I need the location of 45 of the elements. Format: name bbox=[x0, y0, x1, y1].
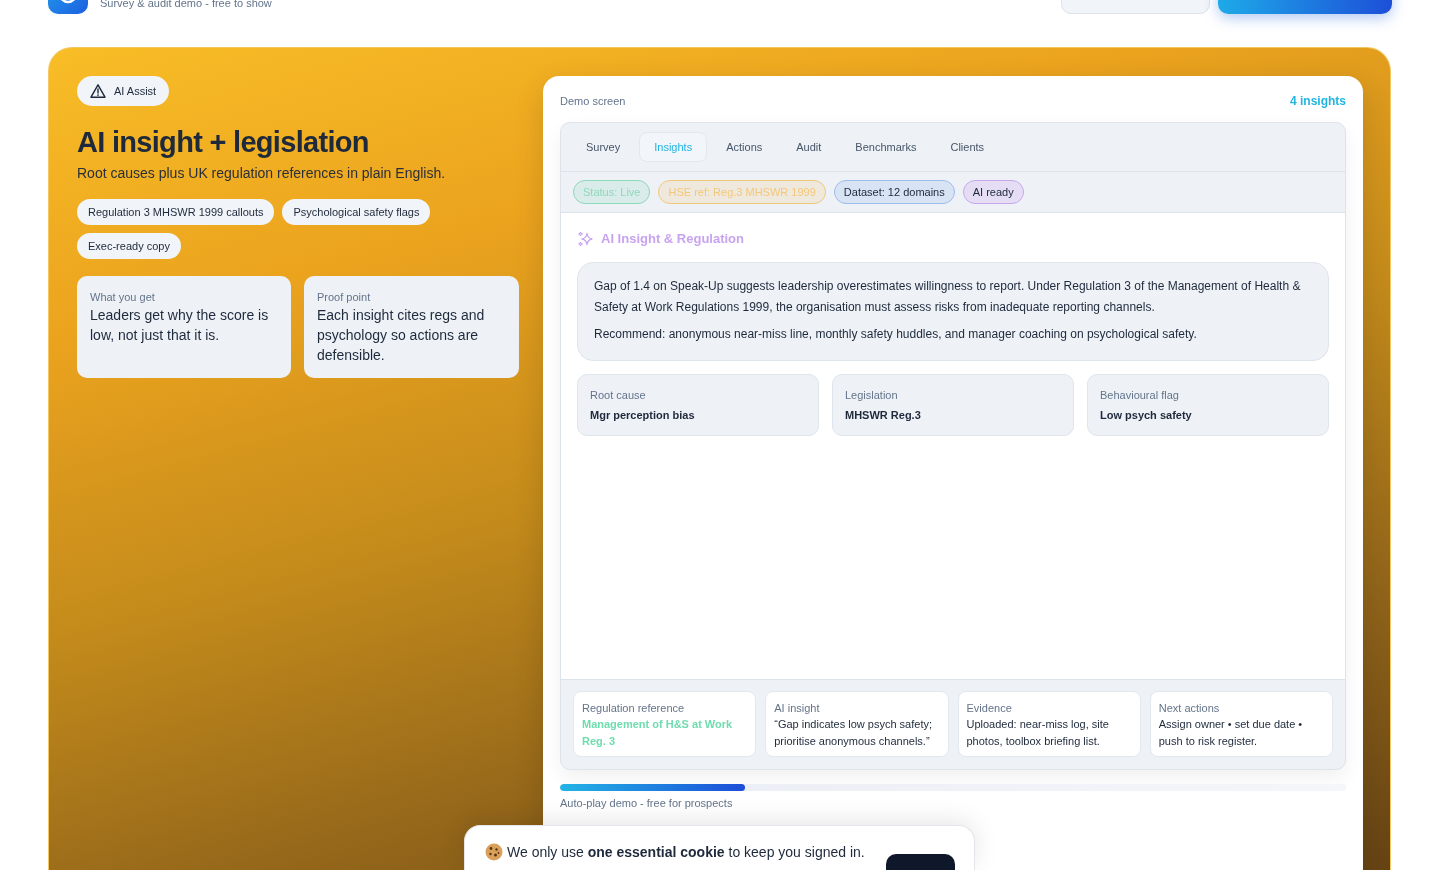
insight-paragraph: Gap of 1.4 on Speak-Up suggests leadership overestimates willingness to report. Under Regulation 3 of the Management of Health & Safety at Work Regulations 1999, the organisation must assess risks from inadequate reporting channels. bbox=[594, 278, 1302, 316]
status-chip: AI ready bbox=[962, 180, 1024, 204]
hero-subtitle: Root causes plus UK regulation references in plain English. bbox=[77, 164, 447, 183]
section-title: AI Insight & Regulation bbox=[601, 230, 744, 249]
fact-label: Legislation bbox=[845, 388, 899, 403]
demo-label: Demo screen bbox=[560, 93, 626, 109]
accept-button[interactable] bbox=[886, 854, 955, 870]
tab[interactable]: Benchmarks bbox=[840, 132, 932, 162]
feature-tag: Psychological safety flags bbox=[282, 199, 431, 225]
detail-text: Assign owner • set due date • push to risk register. bbox=[1158, 717, 1304, 749]
detail-text: Uploaded: near-miss log, site photos, toolbox briefing list. bbox=[966, 717, 1110, 749]
feature-tag: Regulation 3 MHSWR 1999 callouts bbox=[77, 199, 275, 225]
detail-text: “Gap indicates low psych safety; prioritise anonymous channels.” bbox=[774, 717, 933, 749]
app-subtitle: Survey & audit demo - free to show bbox=[100, 0, 272, 10]
warning-icon bbox=[90, 83, 106, 99]
card-text: Leaders get why the score is low, not just that it is. bbox=[90, 306, 270, 345]
tab[interactable]: Clients bbox=[935, 132, 1000, 162]
detail-label: Evidence bbox=[966, 701, 1013, 716]
fact-value: Mgr perception bias bbox=[590, 408, 696, 423]
insight-count: 4 insights bbox=[1290, 93, 1346, 110]
tab[interactable]: Audit bbox=[781, 132, 837, 162]
card-label: What you get bbox=[90, 290, 156, 305]
demo-caption: Auto-play demo - free for prospects bbox=[560, 796, 734, 810]
status-chip: Dataset: 12 domains bbox=[833, 180, 955, 204]
sparkle-icon bbox=[577, 231, 593, 247]
hero-title: AI insight + legislation bbox=[77, 125, 370, 160]
status-chip: Status: Live bbox=[573, 180, 651, 204]
card-text: Each insight cites regs and psychology so actions are defensible. bbox=[317, 306, 486, 365]
detail-label: Next actions bbox=[1158, 701, 1221, 716]
fact-label: Behavioural flag bbox=[1100, 388, 1180, 403]
tab[interactable]: Survey bbox=[571, 132, 636, 162]
detail-label: Regulation reference bbox=[582, 701, 686, 716]
insight-paragraph: Recommend: anonymous near-miss line, monthly safety huddles, and manager coaching on psychological safety. bbox=[594, 326, 1198, 343]
card-label: Proof point bbox=[317, 290, 372, 305]
assist-label: AI Assist bbox=[114, 83, 157, 99]
detail-label: AI insight bbox=[774, 701, 821, 716]
status-chip: HSE ref: Reg.3 MHSWR 1999 bbox=[658, 180, 826, 204]
cookie-icon bbox=[485, 843, 503, 861]
fact-value: MHSWR Reg.3 bbox=[845, 408, 922, 423]
fact-value: Low psych safety bbox=[1100, 408, 1193, 423]
cookie-message: We only use one essential cookie to keep you signed in. bbox=[507, 843, 865, 862]
tab[interactable]: Actions bbox=[711, 132, 778, 162]
detail-text: Management of H&S at Work Reg. 3 bbox=[582, 717, 734, 749]
feature-tag: Exec-ready copy bbox=[77, 233, 181, 259]
fact-label: Root cause bbox=[590, 388, 647, 403]
